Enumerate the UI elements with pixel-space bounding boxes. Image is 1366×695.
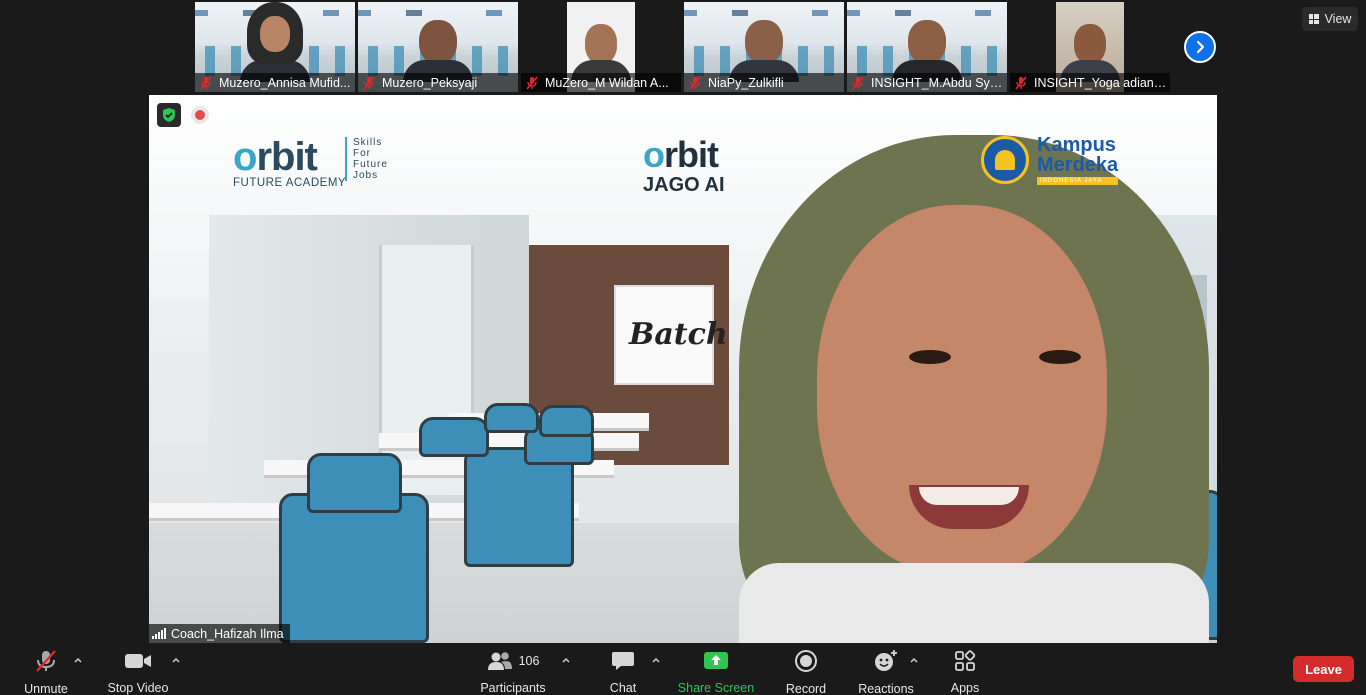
kampus-merdeka-logo: Kampus Merdeka INDONESIA JAYA (981, 135, 1119, 185)
record-button[interactable]: Record (780, 643, 832, 695)
unmute-button[interactable]: Unmute (14, 643, 78, 695)
skills-for-future-jobs-tagline: Skills For Future Jobs (345, 137, 388, 181)
view-button[interactable]: View (1302, 7, 1358, 31)
chat-options-caret[interactable] (651, 655, 661, 665)
participant-name: Muzero_Peksyaji (382, 75, 478, 90)
participant-name-bar: NiaPy_Zulkifli (684, 73, 844, 92)
chair (279, 493, 429, 643)
mic-muted-icon (851, 75, 865, 90)
grid-icon (1308, 14, 1319, 24)
participant-name: MuZero_M Wildan A... (545, 75, 669, 90)
chair (307, 453, 402, 513)
participant-avatar (240, 2, 310, 82)
participants-button[interactable]: 106 Participants (478, 643, 548, 695)
smiley-add-icon (873, 649, 899, 673)
chair (464, 447, 574, 567)
speaker-name-label: Coach_Hafizah Ilma (149, 624, 290, 643)
mic-muted-icon (362, 75, 376, 90)
participant-name-bar: Muzero_Annisa Mufid... (195, 73, 355, 92)
reactions-button[interactable]: Reactions (856, 643, 916, 695)
stop-video-button[interactable]: Stop Video (104, 643, 172, 695)
recording-indicator-icon[interactable] (191, 106, 209, 124)
participant-tile[interactable]: INSIGHT_Yoga adians... (1010, 2, 1170, 92)
participant-tile[interactable]: NiaPy_Zulkifli (684, 2, 844, 92)
mic-muted-icon (688, 75, 702, 90)
mic-muted-icon (199, 75, 213, 90)
participant-tile[interactable]: Muzero_Annisa Mufid... (195, 2, 355, 92)
participant-name-bar: Muzero_Peksyaji (358, 73, 518, 92)
chair (419, 417, 489, 457)
participant-tile[interactable]: INSIGHT_M.Abdu Sya... (847, 2, 1007, 92)
apps-button[interactable]: Apps (942, 643, 988, 695)
participant-name-bar: MuZero_M Wildan A... (521, 73, 681, 92)
video-camera-icon (124, 649, 152, 672)
orbit-jago-ai-logo: orbit JAGO AI (643, 134, 725, 196)
apps-icon (954, 649, 976, 672)
audio-options-caret[interactable] (73, 655, 83, 665)
participants-options-caret[interactable] (561, 655, 571, 665)
participant-strip: Muzero_Annisa Mufid... Muzero_Peksyaji M… (0, 0, 1366, 95)
video-options-caret[interactable] (171, 655, 181, 665)
signal-strength-icon (152, 628, 166, 639)
participant-tile[interactable]: Muzero_Peksyaji (358, 2, 518, 92)
participant-name-bar: INSIGHT_M.Abdu Sya... (847, 73, 1007, 92)
orbit-future-academy-logo: orbit FUTURE ACADEMY (233, 135, 347, 189)
chat-button[interactable]: Chat (596, 643, 650, 695)
next-page-button[interactable] (1184, 31, 1216, 63)
participant-name-bar: INSIGHT_Yoga adians... (1010, 73, 1170, 92)
chair (539, 405, 594, 437)
tut-wuri-handayani-emblem-icon (981, 136, 1029, 184)
meeting-toolbar: Unmute Stop Video 106 Participants Chat (0, 643, 1366, 695)
whiteboard-text: Batch (629, 317, 728, 352)
participant-name: INSIGHT_M.Abdu Sya... (871, 75, 1007, 90)
record-icon (794, 649, 818, 673)
participants-icon (487, 651, 512, 670)
view-label: View (1324, 12, 1352, 26)
participant-name: NiaPy_Zulkifli (708, 75, 784, 90)
mic-muted-icon (1014, 75, 1028, 90)
chair (484, 403, 539, 433)
share-screen-button[interactable]: Share Screen (678, 643, 754, 695)
security-shield-icon[interactable] (157, 103, 181, 127)
participant-tile[interactable]: MuZero_M Wildan A... (521, 2, 681, 92)
speaker-name: Coach_Hafizah Ilma (171, 626, 284, 641)
participant-name: Muzero_Annisa Mufid... (219, 75, 351, 90)
chat-bubble-icon (611, 649, 635, 672)
reactions-options-caret[interactable] (909, 655, 919, 665)
participants-count: 106 (518, 653, 540, 668)
microphone-muted-icon (33, 649, 59, 673)
mic-muted-icon (525, 75, 539, 90)
speaker-person (739, 135, 1209, 643)
chevron-right-icon (1196, 40, 1205, 54)
active-speaker-video: Batch orbit FUTURE ACADEMY Skills For Fu… (149, 95, 1217, 643)
participant-name: INSIGHT_Yoga adians... (1034, 75, 1170, 90)
leave-button[interactable]: Leave (1293, 656, 1354, 682)
share-screen-icon (703, 649, 729, 672)
